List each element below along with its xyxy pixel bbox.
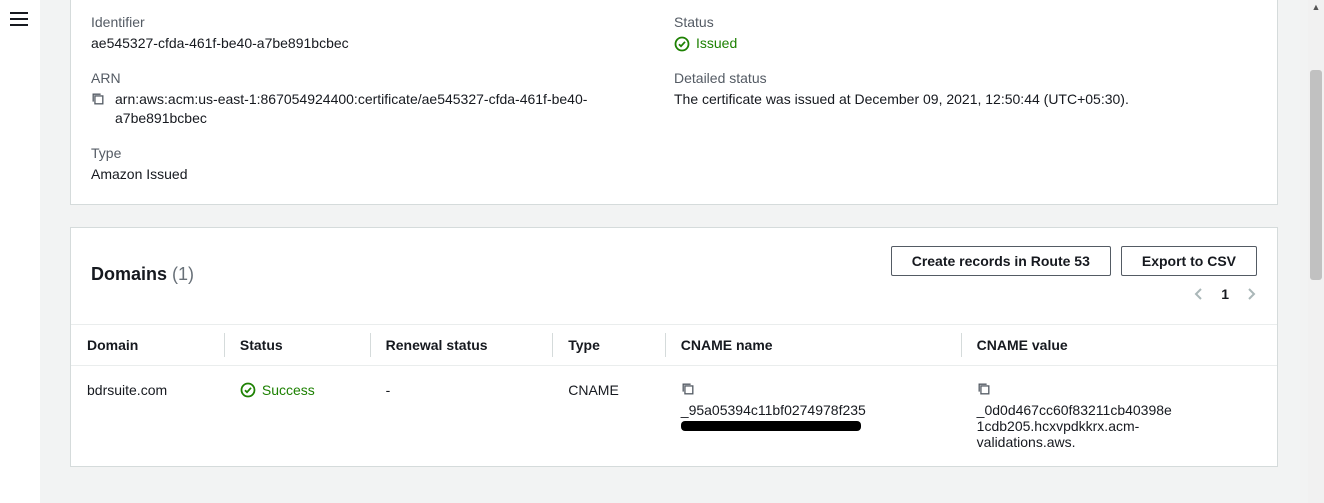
- status-label: Status: [674, 14, 1237, 30]
- domains-panel: Domains (1) Create records in Route 53 E…: [70, 227, 1278, 467]
- table-row: bdrsuite.com Success - CNAME: [71, 366, 1277, 467]
- arn-value: arn:aws:acm:us-east-1:867054924400:certi…: [115, 90, 654, 129]
- col-cname-name[interactable]: CNAME name: [665, 325, 961, 366]
- identifier-value: ae545327-cfda-461f-be40-a7be891bcbec: [91, 34, 654, 54]
- type-label: Type: [91, 145, 654, 161]
- scroll-up-icon[interactable]: ▲: [1308, 2, 1324, 12]
- scrollbar[interactable]: ▲: [1308, 0, 1324, 503]
- scrollbar-thumb[interactable]: [1310, 70, 1322, 280]
- type-value: Amazon Issued: [91, 165, 654, 185]
- arn-label: ARN: [91, 70, 654, 86]
- domains-title: Domains (1): [91, 264, 194, 285]
- detailed-status-value: The certificate was issued at December 0…: [674, 90, 1237, 110]
- domains-table: Domain Status Renewal status Type CNAME …: [71, 324, 1277, 466]
- cell-renewal: -: [370, 366, 553, 467]
- cell-type: CNAME: [552, 366, 665, 467]
- hamburger-icon: [10, 12, 28, 26]
- col-domain[interactable]: Domain: [71, 325, 224, 366]
- create-records-button[interactable]: Create records in Route 53: [891, 246, 1111, 276]
- cell-status: Success: [224, 366, 370, 467]
- col-renewal[interactable]: Renewal status: [370, 325, 553, 366]
- redacted-text: [681, 421, 861, 431]
- col-type[interactable]: Type: [552, 325, 665, 366]
- check-circle-icon: [674, 36, 690, 52]
- status-value: Issued: [674, 34, 1237, 54]
- sidebar-toggle[interactable]: [0, 0, 40, 503]
- chevron-right-icon[interactable]: [1245, 287, 1257, 301]
- cell-cname-value: _0d0d467cc60f83211cb40398e1cdb205.hcxvpd…: [961, 366, 1277, 467]
- certificate-details-panel: Identifier ae545327-cfda-461f-be40-a7be8…: [70, 0, 1278, 205]
- main-content: Identifier ae545327-cfda-461f-be40-a7be8…: [40, 0, 1308, 503]
- chevron-left-icon[interactable]: [1193, 287, 1205, 301]
- detailed-status-label: Detailed status: [674, 70, 1237, 86]
- page-number: 1: [1221, 286, 1229, 302]
- copy-icon[interactable]: [681, 382, 695, 396]
- identifier-label: Identifier: [91, 14, 654, 30]
- col-cname-value[interactable]: CNAME value: [961, 325, 1277, 366]
- export-csv-button[interactable]: Export to CSV: [1121, 246, 1257, 276]
- check-circle-icon: [240, 382, 256, 398]
- copy-icon[interactable]: [977, 382, 991, 396]
- pagination: 1: [1193, 286, 1257, 302]
- copy-icon[interactable]: [91, 92, 105, 106]
- cell-cname-name: _95a05394c11bf0274978f235: [665, 366, 961, 467]
- cell-domain: bdrsuite.com: [71, 366, 224, 467]
- col-status[interactable]: Status: [224, 325, 370, 366]
